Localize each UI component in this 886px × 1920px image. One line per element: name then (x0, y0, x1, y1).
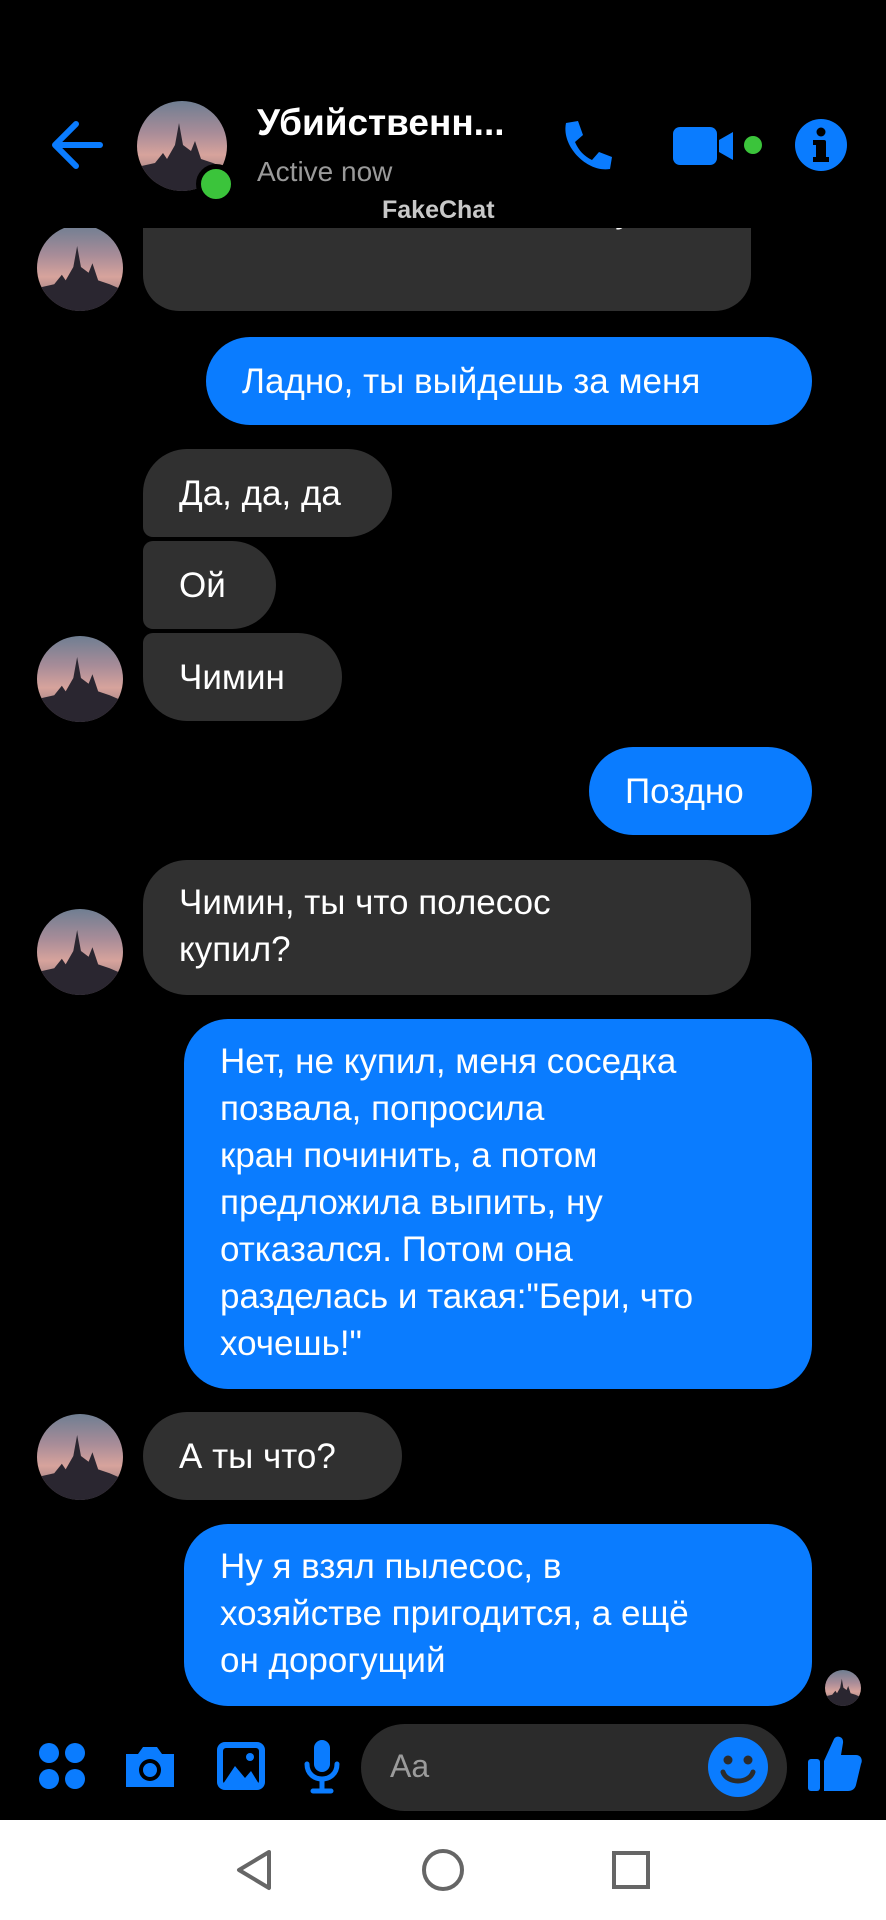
phone-icon (565, 121, 612, 170)
info-icon (795, 119, 847, 171)
nav-recents-button[interactable] (611, 1850, 651, 1890)
contact-name[interactable]: Убийственн... (257, 102, 505, 144)
camera-button[interactable] (122, 1744, 178, 1790)
outgoing-message[interactable]: Ну я взял пылесос, в хозяйстве пригодитс… (184, 1524, 812, 1706)
camera-icon (126, 1747, 174, 1787)
incoming-message[interactable]: Да, да, да (143, 449, 392, 537)
gallery-icon (217, 1742, 265, 1790)
apps-button[interactable] (38, 1742, 86, 1790)
read-receipt-avatar (825, 1670, 861, 1706)
video-camera-icon (673, 127, 762, 165)
gallery-button[interactable] (215, 1740, 267, 1792)
incoming-message[interactable]: Ой (143, 541, 276, 629)
like-button[interactable] (806, 1733, 864, 1795)
video-call-button[interactable] (671, 123, 769, 169)
outgoing-message[interactable]: Поздно (589, 747, 812, 835)
voice-message-button[interactable] (302, 1738, 342, 1794)
watermark: FakeChat (382, 196, 495, 224)
contact-avatar-small (37, 909, 123, 995)
info-button[interactable] (794, 118, 848, 172)
microphone-icon (304, 1740, 340, 1794)
outgoing-message[interactable]: Нет, не купил, меня соседка позвала, поп… (184, 1019, 812, 1389)
thumbs-up-icon (808, 1736, 862, 1791)
apps-grid-icon (39, 1743, 85, 1789)
outgoing-message[interactable]: Ладно, ты выйдешь за меня (206, 337, 812, 425)
nav-back-button[interactable] (234, 1848, 274, 1892)
nav-recents-icon (612, 1851, 650, 1889)
nav-back-icon (237, 1850, 271, 1890)
chat-area[interactable]: Я знаю сложно любить такую Ладно, ты вый… (0, 228, 886, 1708)
back-button[interactable] (48, 118, 106, 172)
incoming-message[interactable]: Чимин (143, 633, 342, 721)
nav-home-button[interactable] (421, 1848, 465, 1892)
message-input-placeholder: Aa (390, 1748, 430, 1784)
contact-avatar-small (37, 636, 123, 722)
incoming-message[interactable]: А ты что? (143, 1412, 402, 1500)
active-status-dot (196, 164, 236, 204)
emoji-button[interactable] (707, 1736, 769, 1798)
contact-status: Active now (257, 156, 393, 187)
back-arrow-icon (52, 121, 103, 169)
contact-avatar-small (37, 228, 123, 311)
emoji-icon (708, 1737, 768, 1797)
incoming-message[interactable]: Я знаю сложно любить такую (143, 228, 751, 311)
call-button[interactable] (556, 117, 614, 175)
incoming-message[interactable]: Чимин, ты что полесос купил? (143, 860, 751, 995)
nav-home-icon (422, 1849, 464, 1891)
contact-avatar-small (37, 1414, 123, 1500)
